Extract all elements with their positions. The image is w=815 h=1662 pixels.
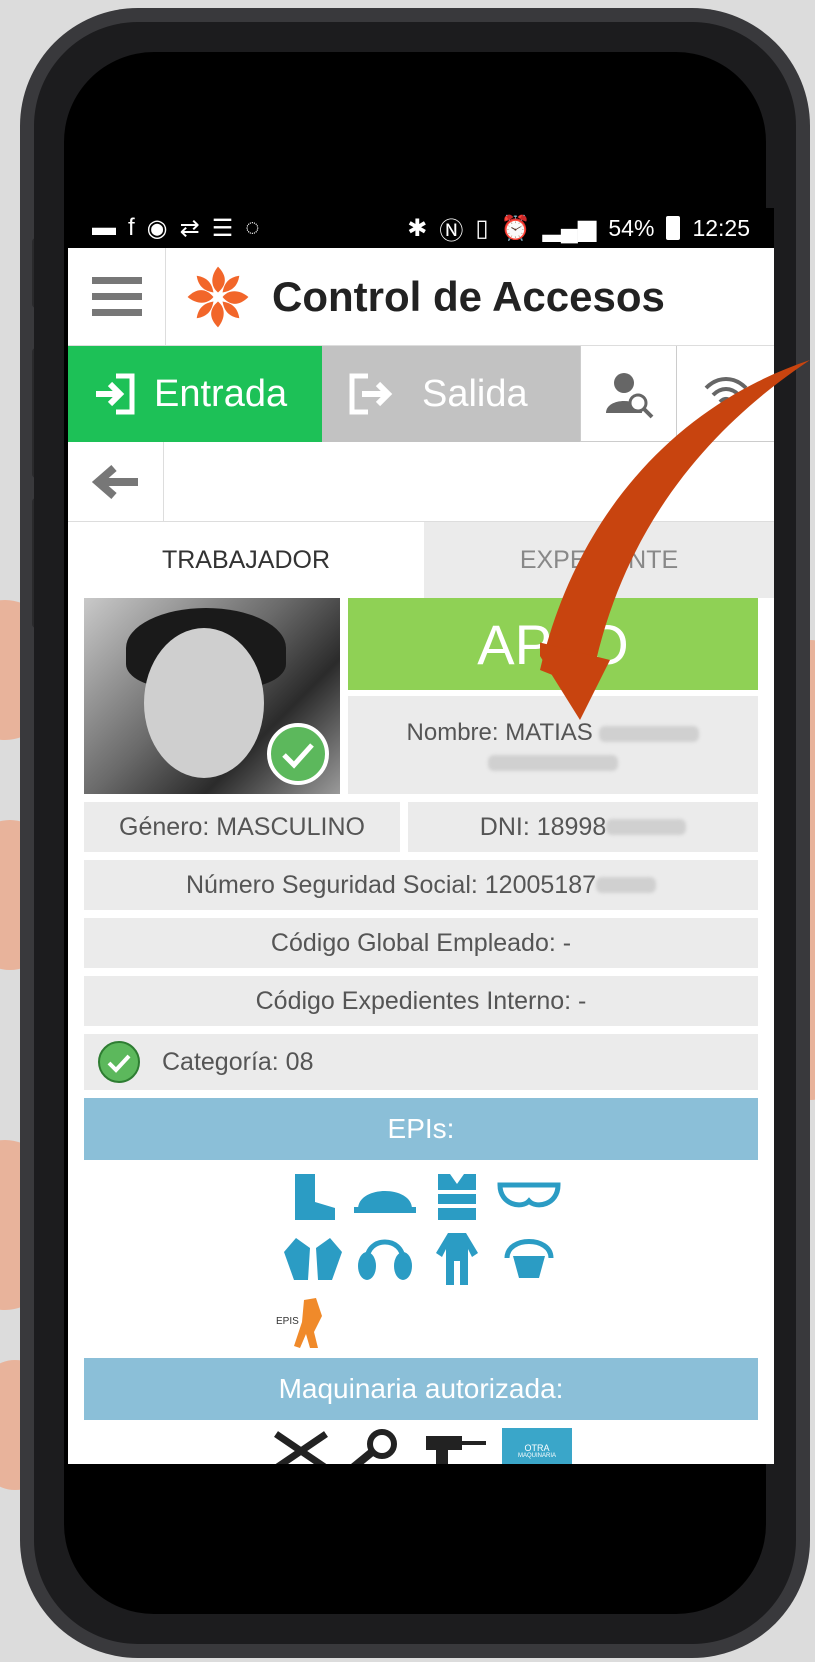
message-icon: ☰ — [211, 214, 234, 242]
worker-card: APTO Nombre: MATIAS Género: MASCULINO DN… — [68, 598, 774, 1464]
tools-icon — [274, 1431, 328, 1464]
battery-percent: 54% — [608, 214, 655, 241]
app-icon: ◉ — [146, 214, 168, 242]
gloves-icon — [280, 1230, 346, 1288]
back-button[interactable] — [68, 442, 164, 521]
check-circle-icon — [267, 723, 329, 785]
vibrate-icon: ▯ — [475, 214, 489, 242]
dni-field: DNI: 18998 — [408, 802, 758, 852]
redacted-text — [606, 819, 687, 835]
hamburger-menu-button[interactable] — [68, 247, 166, 346]
social-security-field: Número Seguridad Social: 12005187 — [84, 860, 758, 910]
worker-name-text: Nombre: MATIAS — [406, 719, 593, 746]
status-bar: ▬ f ◉ ⇄ ☰ ◌ ✱ Ⓝ ▯ ⏰ ▂▄▆ 54% 12:25 — [68, 208, 774, 248]
arrow-left-icon — [91, 464, 138, 499]
app-title: Control de Accesos — [272, 272, 665, 320]
redacted-text — [599, 725, 700, 742]
entrada-button[interactable]: Entrada — [68, 346, 322, 442]
battery-icon — [666, 216, 681, 240]
boots-icon — [280, 1168, 346, 1226]
logout-icon — [349, 373, 393, 415]
social-security-text: Número Seguridad Social: 12005187 — [186, 870, 596, 899]
helmet-icon — [352, 1168, 418, 1226]
otra-maquinaria-label: OTRA — [524, 1443, 550, 1453]
worker-photo — [84, 598, 340, 794]
internal-code-field: Código Expedientes Interno: - — [84, 976, 758, 1026]
epis-list: EPIS — [84, 1160, 758, 1352]
epis-header: EPIs: — [84, 1098, 758, 1160]
bluetooth-icon: ✱ — [407, 214, 428, 242]
clock: 12:25 — [692, 214, 750, 241]
redacted-text — [488, 755, 618, 771]
tab-trabajador[interactable]: TRABAJADOR — [68, 522, 424, 598]
drill-icon — [426, 1436, 486, 1464]
maquinaria-list: OTRA MAQUINARIA — [84, 1420, 758, 1464]
app-logo-icon — [187, 266, 249, 327]
grinder-icon — [351, 1429, 397, 1464]
global-code-field: Código Global Empleado: - — [84, 918, 758, 968]
alarm-icon: ⏰ — [500, 214, 531, 242]
ear-protection-icon — [352, 1230, 418, 1288]
mask-icon — [496, 1230, 562, 1288]
otra-maquinaria-sublabel: MAQUINARIA — [517, 1453, 556, 1459]
keyboard-icon: ▬ — [92, 214, 116, 241]
vest-icon — [424, 1168, 490, 1226]
salida-label: Salida — [422, 372, 528, 415]
transfer-icon: ⇄ — [179, 214, 200, 242]
redacted-text — [596, 877, 656, 893]
svg-text:EPIS: EPIS — [276, 1316, 299, 1327]
signal-icon: ▂▄▆ — [542, 214, 597, 242]
check-circle-icon — [98, 1041, 140, 1083]
app-header: Control de Accesos — [68, 247, 774, 346]
category-text: Categoría: 08 — [162, 1047, 314, 1076]
entrada-label: Entrada — [154, 372, 288, 415]
category-field: Categoría: 08 — [84, 1034, 758, 1090]
login-icon — [96, 373, 135, 415]
facebook-icon: f — [128, 214, 135, 241]
gender-field: Género: MASCULINO — [84, 802, 400, 852]
whatsapp-icon: ◌ — [245, 214, 260, 241]
maquinaria-header: Maquinaria autorizada: — [84, 1358, 758, 1420]
goggles-icon — [496, 1168, 562, 1226]
coverall-icon — [424, 1230, 490, 1288]
otra-maquinaria-icon: OTRA MAQUINARIA — [502, 1428, 572, 1464]
annotation-arrow — [540, 360, 810, 720]
dni-text: DNI: 18998 — [479, 812, 607, 841]
nfc-icon: Ⓝ — [439, 217, 464, 245]
fall-harness-icon: EPIS — [276, 1298, 322, 1348]
